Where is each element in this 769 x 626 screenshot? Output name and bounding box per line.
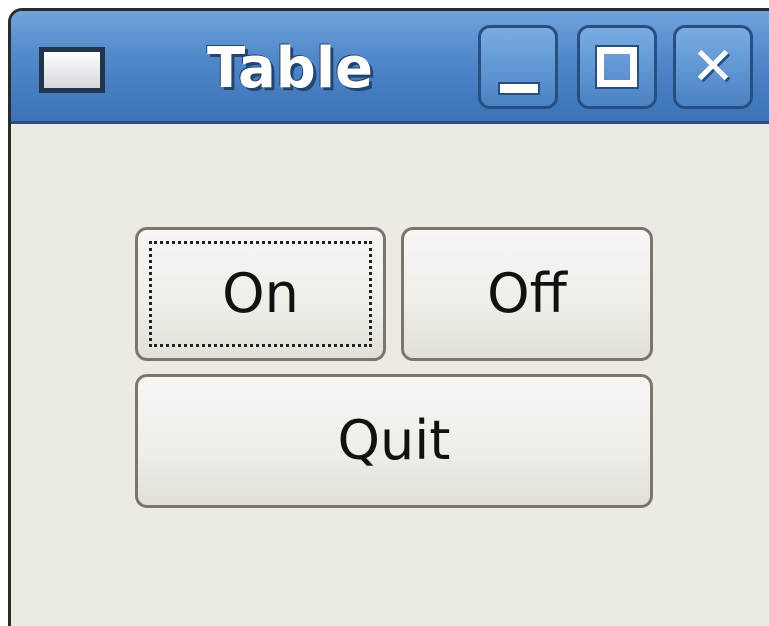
window-title: Table [207, 36, 374, 101]
minimize-button[interactable] [478, 25, 558, 109]
minimize-icon [498, 82, 540, 95]
on-button-label: On [222, 262, 299, 325]
close-button[interactable]: ✕ [673, 25, 753, 109]
close-icon: ✕ [691, 37, 735, 97]
window-icon[interactable] [39, 47, 105, 93]
on-button[interactable]: On [135, 227, 386, 361]
window-content: On Off Quit [11, 124, 769, 626]
app-window: Table ✕ On Off Quit [8, 8, 769, 626]
off-button-label: Off [487, 262, 567, 325]
quit-button-label: Quit [337, 409, 451, 472]
quit-button[interactable]: Quit [135, 374, 653, 508]
off-button[interactable]: Off [401, 227, 653, 361]
title-bar[interactable]: Table ✕ [11, 11, 769, 124]
maximize-button[interactable] [577, 25, 657, 109]
maximize-icon [595, 45, 639, 89]
